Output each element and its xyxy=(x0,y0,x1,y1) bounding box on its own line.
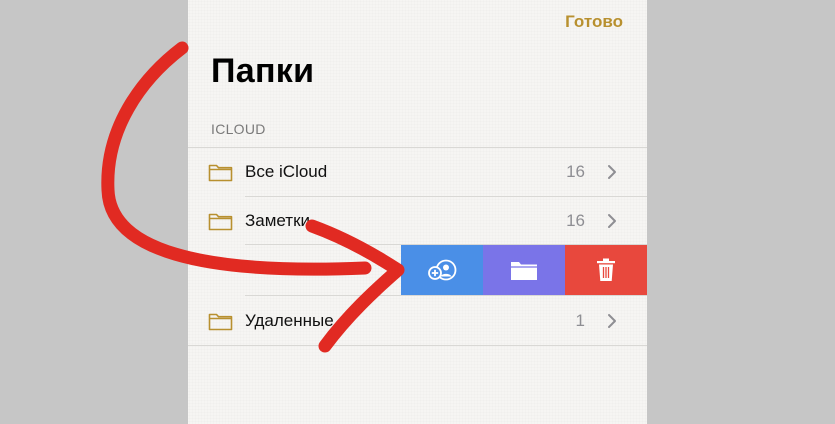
section-header-icloud: ICLOUD xyxy=(211,121,266,137)
move-folder-button[interactable] xyxy=(483,245,565,295)
divider xyxy=(245,295,647,296)
chevron-right-icon xyxy=(608,314,616,328)
folder-name: Все iCloud xyxy=(245,162,328,181)
note-count: 6 xyxy=(328,259,338,278)
folder-name: Удаленные xyxy=(245,311,334,330)
folder-icon xyxy=(511,262,537,280)
folder-row-deleted[interactable]: Удаленные 1 xyxy=(188,297,647,345)
folder-row-notes[interactable]: Заметки 16 xyxy=(188,197,647,245)
trash-icon xyxy=(597,258,615,281)
divider xyxy=(188,345,647,346)
folder-icon xyxy=(208,313,233,331)
note-count: 1 xyxy=(575,311,585,330)
add-person-icon xyxy=(428,259,457,281)
chevron-right-icon xyxy=(608,214,616,228)
folder-name: Заметки xyxy=(245,211,311,230)
folder-icon xyxy=(208,213,233,231)
note-count: 16 xyxy=(566,162,585,181)
chevron-right-icon xyxy=(608,165,616,179)
folder-row-all-icloud[interactable]: Все iCloud 16 xyxy=(188,148,647,196)
share-folder-button[interactable] xyxy=(401,245,483,295)
folder-icon xyxy=(208,164,233,182)
page-title: Папки xyxy=(211,52,315,90)
delete-folder-button[interactable] xyxy=(565,245,647,295)
note-count: 16 xyxy=(566,211,585,230)
notes-screen: Готово Папки ICLOUD Все iCloud 16 Заметк… xyxy=(188,0,647,424)
done-button[interactable]: Готово xyxy=(565,12,623,32)
swiped-folder-row[interactable]: 6 xyxy=(188,245,647,295)
